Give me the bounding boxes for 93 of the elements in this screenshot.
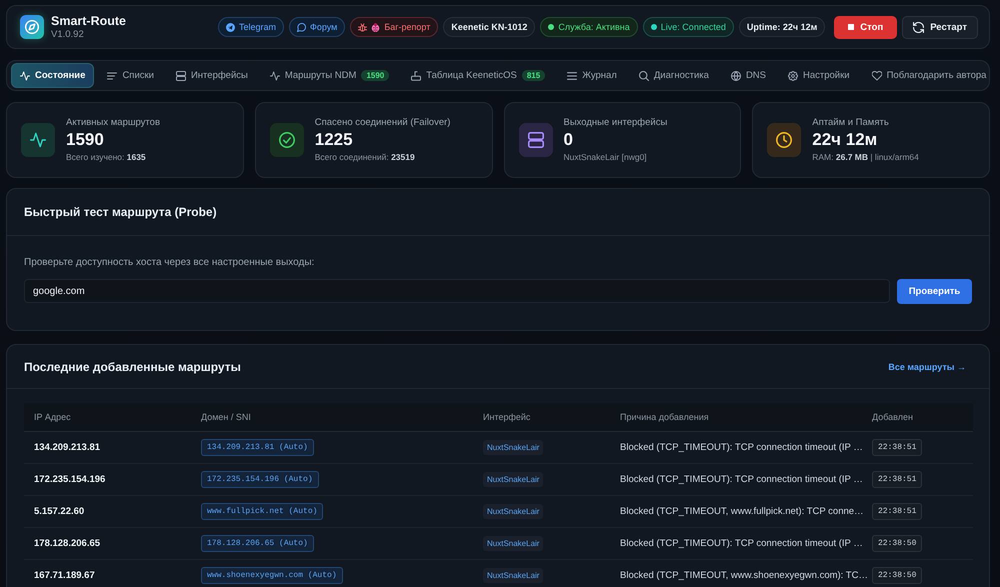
live-status-badge: Live: Connected	[642, 17, 734, 37]
ip-address-text: 172.235.154.196	[34, 474, 106, 485]
bug-report-link[interactable]: Баг-репорт	[350, 17, 438, 37]
host-input-field[interactable]: google.com	[24, 279, 890, 303]
reason-text: Blocked (TCP_TIMEOUT): TCP connection timeout (IP …	[620, 474, 863, 485]
stat-value: 1225	[314, 129, 354, 151]
reason-text: Blocked (TCP_TIMEOUT, www.shoenexyegwn.com): TC…	[620, 570, 868, 581]
prompt-text: Проверьте доступность хоста через все настроенные выходы:	[24, 256, 316, 269]
interface-tag: NuxtSnakeLair	[483, 440, 544, 455]
forum-link[interactable]: Форум	[289, 17, 346, 37]
interface-tag: NuxtSnakeLair	[483, 568, 544, 583]
ip-address-text: 167.71.189.67	[34, 570, 95, 581]
domain-tag: 134.209.213.81 (Auto)	[201, 439, 314, 456]
column-header: Домен / SNI	[201, 412, 251, 422]
column-header: IP Адрес	[34, 412, 71, 422]
nav-tab[interactable]: Поблагодарить автора	[862, 63, 996, 88]
ip-address-text: 134.209.213.81	[34, 442, 100, 453]
column-header: Причина добавления	[620, 412, 709, 422]
compass-logo-icon	[20, 15, 44, 39]
stat-label: Активных маршрутов	[66, 117, 160, 129]
stat-label: Выходные интерфейсы	[564, 117, 668, 129]
server-icon	[176, 70, 186, 80]
stat-label: Спасено соединений (Failover)	[314, 117, 450, 129]
stat-value: 22ч 12м	[812, 129, 878, 151]
stop-icon	[848, 24, 854, 30]
reason-text: Blocked (TCP_TIMEOUT, www.fullpick.net): TCP conne…	[620, 506, 864, 517]
chat-bubble-icon	[297, 22, 306, 32]
stat-value: 0	[564, 129, 574, 151]
time-tag: 22:38:50	[872, 535, 922, 552]
domain-tag: www.shoenexyegwn.com (Auto)	[201, 567, 343, 584]
stop-button[interactable]: Стоп	[834, 16, 898, 38]
stat-label: Аптайм и Память	[812, 117, 890, 129]
column-header: Интерфейс	[483, 412, 530, 422]
reason-text: Blocked (TCP_TIMEOUT): TCP connection timeout (IP …	[620, 538, 863, 549]
pulse-icon	[270, 70, 280, 80]
app-title: Smart-Route	[51, 14, 126, 28]
refresh-icon	[913, 22, 924, 32]
check-button[interactable]: Проверить	[897, 279, 972, 304]
time-tag: 22:38:50	[872, 567, 922, 584]
all-routes-link[interactable]: Все маршруты →	[888, 362, 966, 372]
pulse-icon	[21, 123, 55, 157]
status-dot-icon	[548, 24, 554, 30]
nav-tab[interactable]: Интерфейсы	[166, 63, 257, 88]
column-header: Добавлен	[872, 412, 913, 422]
ip-address-text: 5.157.22.60	[34, 506, 84, 517]
menu-icon	[567, 70, 578, 80]
stat-detail: Всего соединений: 23519	[314, 151, 416, 163]
domain-tag: www.fullpick.net (Auto)	[201, 503, 324, 520]
ip-address-text: 178.128.206.65	[34, 538, 100, 549]
time-tag: 22:38:51	[872, 439, 922, 456]
stat-value: 1590	[66, 129, 105, 151]
card-title: Быстрый тест маршрута (Probe)	[24, 205, 217, 219]
reason-text: Blocked (TCP_TIMEOUT): TCP connection timeout (IP …	[620, 442, 863, 453]
telegram-link[interactable]: Telegram	[218, 17, 284, 37]
version-text: V1.0.92	[51, 28, 85, 40]
card-title: Последние добавленные маршруты	[24, 360, 241, 374]
nav-tab[interactable]: Таблица KeeneticOS 815	[402, 63, 554, 88]
time-tag: 22:38:51	[872, 471, 922, 488]
nav-tab[interactable]: DNS	[722, 63, 775, 88]
globe-icon	[730, 70, 741, 80]
domain-tag: 178.128.206.65 (Auto)	[201, 535, 314, 552]
nav-tab[interactable]: Состояние	[11, 63, 94, 88]
domain-tag: 172.235.154.196 (Auto)	[201, 471, 319, 488]
pulse-icon	[20, 70, 30, 80]
interface-tag: NuxtSnakeLair	[483, 536, 544, 551]
nav-tab[interactable]: Маршруты NDM 1590	[260, 63, 398, 88]
interface-tag: NuxtSnakeLair	[483, 504, 544, 519]
telegram-icon	[226, 22, 235, 32]
stat-detail: Всего изучено: 1635	[66, 151, 147, 163]
interface-tag: NuxtSnakeLair	[483, 472, 544, 487]
device-model-badge: Keenetic KN-1012	[443, 17, 536, 37]
list-icon	[107, 70, 118, 80]
stat-detail: NuxtSnakeLair [nwg0]	[564, 151, 648, 163]
uptime-badge: Uptime: 22ч 12м	[738, 17, 826, 37]
bug-icon	[358, 22, 368, 32]
service-status-badge: Служба: Активна	[540, 17, 638, 37]
nav-tab[interactable]: Журнал	[558, 63, 626, 88]
heart-icon	[872, 70, 882, 80]
clock-icon	[767, 123, 802, 157]
status-dot-icon	[650, 24, 657, 30]
count-badge: 1590	[361, 70, 390, 81]
restart-button[interactable]: Рестарт	[902, 16, 978, 38]
search-icon	[638, 70, 649, 80]
count-badge: 815	[522, 70, 546, 81]
settings-icon	[788, 70, 798, 80]
nav-tab[interactable]: Списки	[98, 63, 163, 88]
nav-tab[interactable]: Диагностика	[630, 63, 718, 88]
time-tag: 22:38:51	[872, 503, 922, 520]
router-icon	[411, 70, 422, 80]
stat-detail: RAM: 26.7 MB | linux/arm64	[812, 151, 919, 163]
nav-tab[interactable]: Настройки	[779, 63, 859, 88]
ladybug-icon	[371, 22, 380, 32]
server-icon	[518, 123, 552, 157]
